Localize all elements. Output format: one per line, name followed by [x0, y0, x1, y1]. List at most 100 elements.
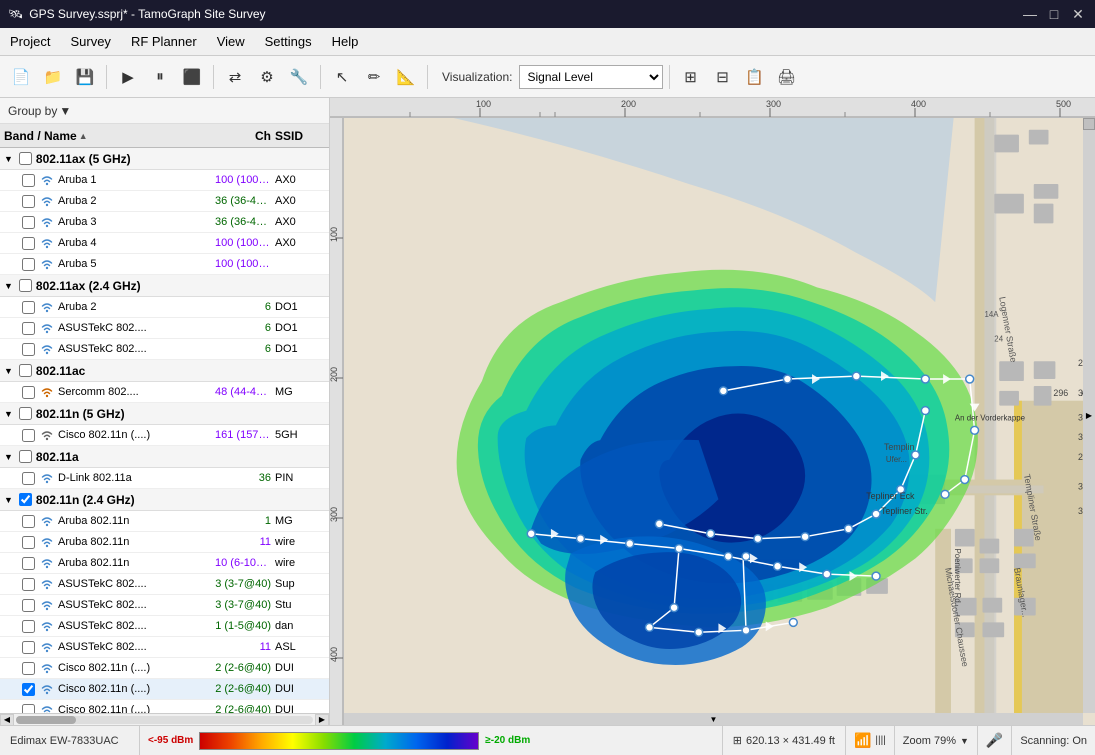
hscroll-track[interactable] — [16, 716, 313, 724]
start-button[interactable]: ▶ — [113, 62, 143, 92]
net-checkbox[interactable] — [22, 683, 35, 696]
network-row[interactable]: ASUSTekC 802....3 (3-7@40)Stu — [0, 595, 329, 616]
viz-select[interactable]: Signal Level Signal-to-Noise Ratio PHY D… — [519, 65, 663, 89]
scroll-bottom[interactable]: ▼ — [344, 713, 1083, 725]
group-header[interactable]: ▼802.11ac — [0, 360, 329, 382]
view-btn1[interactable]: ⊞ — [676, 62, 706, 92]
pause-button[interactable]: ⏸ — [145, 62, 175, 92]
print-button[interactable]: 🖨 — [772, 62, 802, 92]
scroll-right[interactable]: ▶ — [1083, 118, 1095, 713]
status-zoom[interactable]: Zoom 79% ▼ — [895, 726, 978, 755]
group-checkbox[interactable] — [19, 364, 32, 377]
open-button[interactable]: 📁 — [38, 62, 68, 92]
group-header[interactable]: ▼802.11ax (5 GHz) — [0, 148, 329, 170]
net-checkbox[interactable] — [22, 662, 35, 675]
group-checkbox[interactable] — [19, 152, 32, 165]
group-header[interactable]: ▼802.11n (5 GHz) — [0, 403, 329, 425]
menu-view[interactable]: View — [207, 30, 255, 53]
net-channel: 36 — [215, 472, 275, 484]
network-row[interactable]: Cisco 802.11n (....)161 (157-16...5GH — [0, 425, 329, 446]
wifi-icon — [39, 470, 55, 486]
groupby-button[interactable]: Group by ▼ — [8, 104, 71, 118]
net-checkbox[interactable] — [22, 258, 35, 271]
col-ch-header[interactable]: Ch — [215, 129, 275, 143]
net-checkbox[interactable] — [22, 301, 35, 314]
map-canvas[interactable]: Logenner Straße Templiner Straße Michaei… — [344, 118, 1083, 713]
net-checkbox[interactable] — [22, 322, 35, 335]
net-checkbox[interactable] — [22, 620, 35, 633]
map-tool2[interactable]: ✏ — [359, 62, 389, 92]
net-checkbox[interactable] — [22, 557, 35, 570]
net-checkbox[interactable] — [22, 429, 35, 442]
map-tool3[interactable]: 📐 — [391, 62, 421, 92]
network-row[interactable]: Sercomm 802....48 (44-48@4...MG — [0, 382, 329, 403]
tool1-button[interactable]: ⇄ — [220, 62, 250, 92]
close-button[interactable]: ✕ — [1069, 5, 1087, 23]
net-checkbox[interactable] — [22, 515, 35, 528]
network-row[interactable]: Aruba 802.11n11wire — [0, 532, 329, 553]
group-header[interactable]: ▼802.11a — [0, 446, 329, 468]
stop-button[interactable]: ⬛ — [177, 62, 207, 92]
net-checkbox[interactable] — [22, 237, 35, 250]
network-row[interactable]: Aruba 1100 (100-10...AX0 — [0, 170, 329, 191]
network-row[interactable]: Cisco 802.11n (....)2 (2-6@40)DUI — [0, 700, 329, 713]
group-header[interactable]: ▼802.11ax (2.4 GHz) — [0, 275, 329, 297]
map-tool1[interactable]: ↖ — [327, 62, 357, 92]
menu-survey[interactable]: Survey — [60, 30, 120, 53]
group-checkbox[interactable] — [19, 493, 32, 506]
group-checkbox[interactable] — [19, 450, 32, 463]
net-checkbox[interactable] — [22, 536, 35, 549]
net-checkbox[interactable] — [22, 641, 35, 654]
net-checkbox[interactable] — [22, 578, 35, 591]
net-checkbox[interactable] — [22, 216, 35, 229]
hscroll-thumb[interactable] — [16, 716, 76, 724]
menu-rf-planner[interactable]: RF Planner — [121, 30, 207, 53]
network-list[interactable]: ▼802.11ax (5 GHz)Aruba 1100 (100-10...AX… — [0, 148, 329, 713]
maximize-button[interactable]: □ — [1045, 5, 1063, 23]
network-row[interactable]: ASUSTekC 802....3 (3-7@40)Sup — [0, 574, 329, 595]
net-checkbox[interactable] — [22, 599, 35, 612]
network-row[interactable]: Aruba 236 (36-40@4...AX0 — [0, 191, 329, 212]
net-checkbox[interactable] — [22, 174, 35, 187]
group-header[interactable]: ▼802.11n (2.4 GHz) — [0, 489, 329, 511]
hscroll-left[interactable]: ◀ — [0, 714, 14, 726]
tool3-button[interactable]: 🔧 — [284, 62, 314, 92]
net-checkbox[interactable] — [22, 386, 35, 399]
menu-help[interactable]: Help — [322, 30, 369, 53]
net-checkbox[interactable] — [22, 343, 35, 356]
minimize-button[interactable]: — — [1021, 5, 1039, 23]
network-row[interactable]: Aruba 4100 (100-10...AX0 — [0, 233, 329, 254]
new-button[interactable]: 📄 — [6, 62, 36, 92]
network-row[interactable]: Aruba 26DO1 — [0, 297, 329, 318]
map-area[interactable]: 100 200 300 400 500 — [330, 98, 1095, 725]
network-row[interactable]: Aruba 802.11n1MG — [0, 511, 329, 532]
sort-indicator: ▲ — [79, 131, 88, 141]
map-svg[interactable]: Logenner Straße Templiner Straße Michaei… — [344, 118, 1083, 713]
group-checkbox[interactable] — [19, 407, 32, 420]
network-row[interactable]: Aruba 5100 (100-10... — [0, 254, 329, 275]
wifi-icon — [39, 618, 55, 634]
net-checkbox[interactable] — [22, 195, 35, 208]
network-row[interactable]: D-Link 802.11a36PIN — [0, 468, 329, 489]
network-row[interactable]: ASUSTekC 802....6DO1 — [0, 318, 329, 339]
network-row[interactable]: ASUSTekC 802....11ASL — [0, 637, 329, 658]
network-row[interactable]: Cisco 802.11n (....)2 (2-6@40)DUI — [0, 658, 329, 679]
save-button[interactable]: 💾 — [70, 62, 100, 92]
group-checkbox[interactable] — [19, 279, 32, 292]
network-row[interactable]: Cisco 802.11n (....)2 (2-6@40)DUI — [0, 679, 329, 700]
export-button[interactable]: 📋 — [740, 62, 770, 92]
tool2-button[interactable]: ⚙ — [252, 62, 282, 92]
menu-settings[interactable]: Settings — [255, 30, 322, 53]
net-checkbox[interactable] — [22, 704, 35, 714]
net-checkbox[interactable] — [22, 472, 35, 485]
network-row[interactable]: Aruba 802.11n10 (6-10@40)wire — [0, 553, 329, 574]
col-ssid-header[interactable]: SSID — [275, 129, 325, 143]
network-row[interactable]: ASUSTekC 802....1 (1-5@40)dan — [0, 616, 329, 637]
col-band-header[interactable]: Band / Name ▲ — [4, 129, 215, 143]
network-row[interactable]: ASUSTekC 802....6DO1 — [0, 339, 329, 360]
view-btn2[interactable]: ⊟ — [708, 62, 738, 92]
sep5 — [669, 65, 670, 89]
menu-project[interactable]: Project — [0, 30, 60, 53]
hscroll-right[interactable]: ▶ — [315, 714, 329, 726]
network-row[interactable]: Aruba 336 (36-40@4...AX0 — [0, 212, 329, 233]
